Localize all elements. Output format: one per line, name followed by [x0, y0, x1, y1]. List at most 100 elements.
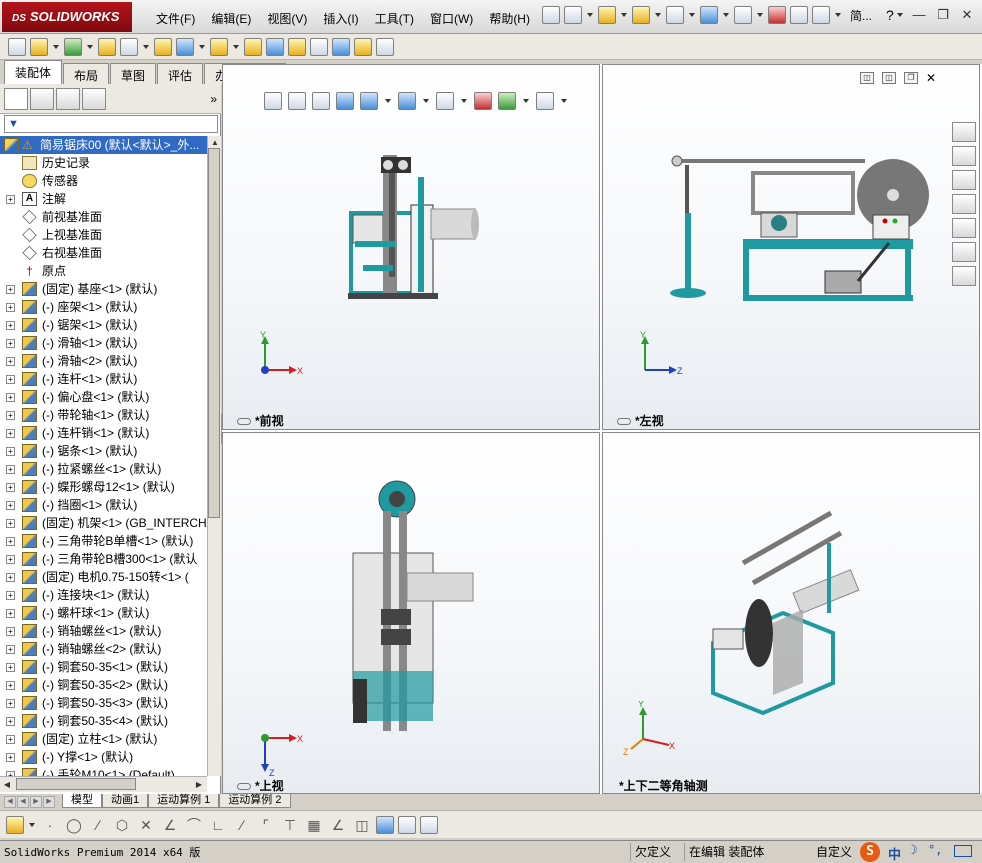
split-vertical-icon[interactable]: ◫: [882, 72, 896, 84]
chevron-down-icon[interactable]: [461, 99, 467, 103]
trim-icon[interactable]: ✕: [136, 816, 156, 834]
tree-item[interactable]: 上视基准面: [0, 226, 207, 244]
bill-of-materials-icon[interactable]: [266, 37, 284, 56]
dimension-icon[interactable]: ⊤: [280, 816, 300, 834]
edit-appearance-icon[interactable]: [474, 92, 492, 110]
expand-plus-icon[interactable]: +: [6, 429, 15, 438]
expand-plus-icon[interactable]: +: [6, 465, 15, 474]
grid-icon[interactable]: ▦: [304, 816, 324, 834]
speedpak-icon[interactable]: [354, 37, 372, 56]
chevron-down-icon[interactable]: [523, 99, 529, 103]
tab-model[interactable]: 模型: [62, 794, 102, 808]
tree-item[interactable]: 前视基准面: [0, 208, 207, 226]
expand-plus-icon[interactable]: +: [6, 591, 15, 600]
exploded-view-icon[interactable]: [288, 37, 306, 56]
chevron-down-icon[interactable]: [143, 44, 149, 49]
pin-icon[interactable]: [542, 6, 560, 24]
first-tab-icon[interactable]: ◀: [4, 796, 16, 808]
expand-plus-icon[interactable]: +: [6, 195, 15, 204]
menu-view[interactable]: 视图(V): [259, 8, 315, 29]
expand-plus-icon[interactable]: +: [6, 663, 15, 672]
tab-assembly[interactable]: 装配体: [4, 60, 63, 84]
display-style-icon[interactable]: [398, 92, 416, 110]
explode-line-icon[interactable]: [310, 37, 328, 56]
chevron-down-icon[interactable]: [835, 13, 841, 17]
cube-outline-icon[interactable]: ◫: [352, 816, 372, 834]
viewport-left[interactable]: Y Z *左视: [602, 64, 980, 430]
expand-plus-icon[interactable]: +: [6, 303, 15, 312]
offset-icon[interactable]: ∕: [232, 816, 252, 834]
smart-fasteners-icon[interactable]: [98, 37, 116, 56]
tree-item[interactable]: + (固定) 立柱<1> (默认): [0, 730, 207, 748]
tree-item[interactable]: 历史记录: [0, 154, 207, 172]
close-viewport-icon[interactable]: ✕: [926, 72, 936, 84]
feature-manager-tab-icon[interactable]: [4, 88, 28, 110]
chevron-down-icon[interactable]: [587, 13, 593, 17]
expand-plus-icon[interactable]: +: [6, 501, 15, 510]
tree-item[interactable]: + (-) 螺杆球<1> (默认): [0, 604, 207, 622]
options-icon[interactable]: [812, 6, 830, 24]
minimize-icon[interactable]: —: [910, 6, 928, 24]
tree-item[interactable]: + (-) 连接块<1> (默认): [0, 586, 207, 604]
tree-item[interactable]: + (-) 带轮轴<1> (默认): [0, 406, 207, 424]
chevron-down-icon[interactable]: [29, 822, 35, 827]
rebuild-icon[interactable]: [768, 6, 786, 24]
last-tab-icon[interactable]: ▶: [43, 796, 55, 808]
expand-plus-icon[interactable]: +: [6, 357, 15, 366]
file-explorer-icon[interactable]: [952, 194, 976, 214]
eye-icon[interactable]: [237, 418, 251, 426]
menu-edit[interactable]: 编辑(E): [203, 8, 259, 29]
tree-item[interactable]: + (-) 滑轴<1> (默认): [0, 334, 207, 352]
tree-item[interactable]: 传感器: [0, 172, 207, 190]
tree-item[interactable]: 右视基准面: [0, 244, 207, 262]
tree-item[interactable]: + (-) 拉紧螺丝<1> (默认): [0, 460, 207, 478]
tab-motion-study-2[interactable]: 运动算例 2: [219, 794, 291, 808]
reference-geometry-icon[interactable]: [210, 37, 228, 56]
angle-dim-icon[interactable]: ∠: [328, 816, 348, 834]
snapshot-icon[interactable]: [376, 37, 394, 56]
eye-icon[interactable]: [617, 418, 631, 426]
home-icon[interactable]: [952, 146, 976, 166]
view-settings-icon[interactable]: [536, 92, 554, 110]
chevron-down-icon[interactable]: [689, 13, 695, 17]
tangent-arc-icon[interactable]: ∟: [208, 816, 228, 834]
tree-item[interactable]: + A 注解: [0, 190, 207, 208]
solidworks-logo[interactable]: DS SOLIDWORKS: [2, 2, 132, 32]
chevron-down-icon[interactable]: [233, 44, 239, 49]
split-horizontal-icon[interactable]: ◫: [860, 72, 874, 84]
design-library-icon[interactable]: [952, 170, 976, 190]
appearances-icon[interactable]: [952, 242, 976, 262]
expand-plus-icon[interactable]: +: [6, 285, 15, 294]
tree-item[interactable]: + (-) 锯架<1> (默认): [0, 316, 207, 334]
tree-item[interactable]: + (-) 铜套50-35<2> (默认): [0, 676, 207, 694]
assembly-features-icon[interactable]: [176, 37, 194, 56]
tree-item[interactable]: + (-) 偏心盘<1> (默认): [0, 388, 207, 406]
tree-item[interactable]: + (-) Y撑<1> (默认): [0, 748, 207, 766]
chevron-down-icon[interactable]: [561, 99, 567, 103]
expand-plus-icon[interactable]: +: [6, 339, 15, 348]
previous-view-icon[interactable]: [312, 92, 330, 110]
tab-motion-study-1[interactable]: 运动算例 1: [148, 794, 220, 808]
tree-item[interactable]: + (-) 销轴螺丝<1> (默认): [0, 622, 207, 640]
menu-window[interactable]: 窗口(W): [422, 8, 481, 29]
open-folder-icon[interactable]: [598, 6, 616, 24]
menu-file[interactable]: 文件(F): [148, 8, 203, 29]
prev-tab-icon[interactable]: ◀: [17, 796, 29, 808]
expand-plus-icon[interactable]: +: [6, 411, 15, 420]
chevron-down-icon[interactable]: [423, 99, 429, 103]
chevron-down-icon[interactable]: [621, 13, 627, 17]
eye-icon[interactable]: [237, 783, 251, 791]
expand-plus-icon[interactable]: +: [6, 483, 15, 492]
corner-icon[interactable]: ⌜: [256, 816, 276, 834]
expand-plus-icon[interactable]: +: [6, 375, 15, 384]
zoom-to-fit-icon[interactable]: [264, 92, 282, 110]
point-icon[interactable]: ·: [40, 816, 60, 834]
display-manager-tab-icon[interactable]: [82, 88, 106, 110]
expand-plus-icon[interactable]: +: [6, 555, 15, 564]
tree-root[interactable]: ⚠ 简易锯床00 (默认<默认>_外...: [0, 136, 207, 154]
tree-item[interactable]: + (-) 锯条<1> (默认): [0, 442, 207, 460]
new-document-icon[interactable]: [564, 6, 582, 24]
mate-icon[interactable]: [30, 37, 48, 56]
view-sketch-icon[interactable]: [398, 815, 416, 834]
polygon-icon[interactable]: ⬡: [112, 816, 132, 834]
